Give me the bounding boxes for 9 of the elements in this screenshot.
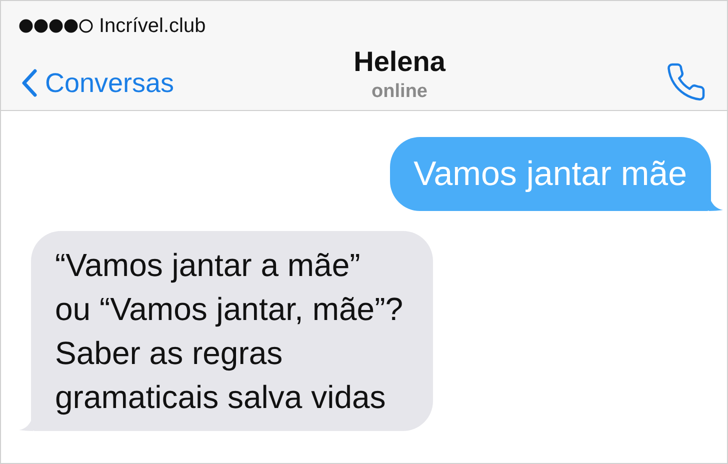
sent-message: Vamos jantar mãe (390, 137, 711, 211)
received-message: “Vamos jantar a mãe” ou “Vamos jantar, mãe”? Saber as regras gramaticais salva vidas (31, 231, 434, 431)
carrier-name: Incrível.club (99, 14, 206, 39)
contact-name: Helena (354, 45, 446, 79)
back-button[interactable]: Conversas (21, 63, 174, 104)
chevron-left-icon (21, 69, 37, 98)
phone-icon[interactable] (664, 61, 707, 103)
signal-icon (19, 19, 93, 33)
contact-status: online (372, 80, 428, 104)
